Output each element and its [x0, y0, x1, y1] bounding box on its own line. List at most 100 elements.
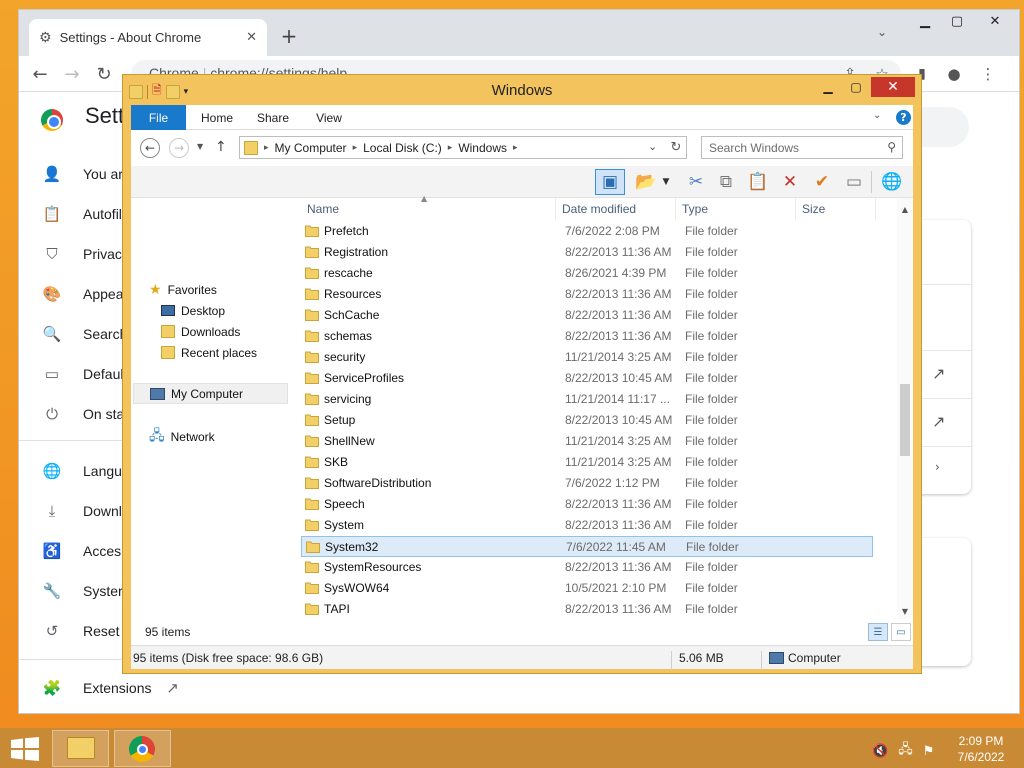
nav-recent-places[interactable]: Recent places [161, 342, 257, 363]
explorer-titlebar[interactable]: 🗎 ▾ Windows ▁ ▢ ✕ [123, 75, 921, 105]
cut-icon[interactable]: ✂ [683, 169, 709, 195]
back-arrow-icon[interactable]: ← [140, 138, 160, 158]
forward-arrow-icon[interactable]: → [61, 63, 83, 85]
table-row[interactable]: SysWOW64 10/5/2021 2:10 PM File folder [301, 578, 873, 599]
table-row[interactable]: servicing 11/21/2014 11:17 ... File folder [301, 389, 873, 410]
table-row[interactable]: rescache 8/26/2021 4:39 PM File folder [301, 263, 873, 284]
breadcrumb-my-computer[interactable]: My Computer [275, 141, 347, 155]
column-header-name[interactable]: Name [301, 198, 556, 220]
forward-arrow-icon[interactable]: → [169, 138, 189, 158]
back-arrow-icon[interactable]: ← [29, 63, 51, 85]
search-icon[interactable]: ⚲ [887, 140, 896, 154]
table-row[interactable]: SoftwareDistribution 7/6/2022 1:12 PM File… [301, 473, 873, 494]
copy-icon[interactable]: ⧉ [713, 169, 739, 195]
table-row[interactable]: Registration 8/22/2013 11:36 AM File folde… [301, 242, 873, 263]
delete-icon[interactable]: ✕ [777, 169, 803, 195]
vertical-scrollbar[interactable]: ▲ ▼ [897, 198, 913, 619]
properties-icon[interactable]: ▭ [841, 169, 867, 195]
refresh-icon[interactable]: ↻ [667, 138, 685, 156]
taskbar-clock[interactable]: 2:09 PM 7/6/2022 [948, 733, 1014, 765]
file-date: 11/21/2014 3:25 AM [565, 434, 672, 448]
ribbon-tab-share[interactable]: Share [249, 105, 297, 130]
file-name: SysWOW64 [324, 581, 390, 595]
chevron-right-icon[interactable]: › [935, 460, 940, 474]
chrome-tab-settings[interactable]: ⚙ Settings - About Chrome ✕ [29, 19, 267, 56]
table-row[interactable]: SKB 11/21/2014 3:25 AM File folder [301, 452, 873, 473]
menu-kebab-icon[interactable]: ⋮ [977, 63, 999, 85]
rename-check-icon[interactable]: ✔ [809, 169, 835, 195]
table-row[interactable]: Resources 8/22/2013 11:36 AM File folder [301, 284, 873, 305]
ribbon-tabs: File Home Share View ⌄ ? [131, 105, 913, 130]
ribbon-expand-icon[interactable]: ⌄ [873, 110, 881, 121]
scrollbar-thumb[interactable] [900, 384, 910, 456]
table-row[interactable]: ShellNew 11/21/2014 3:25 AM File folder [301, 431, 873, 452]
search-input[interactable] [702, 137, 880, 158]
tab-search-icon[interactable]: ⌄ [877, 25, 887, 39]
chrome-close-button[interactable]: ✕ [975, 10, 1015, 32]
options-dropdown-icon[interactable]: ▼ [659, 169, 673, 195]
file-date: 8/22/2013 11:36 AM [565, 287, 672, 301]
breadcrumb-local-disk[interactable]: Local Disk (C:) [363, 141, 442, 155]
ribbon-tab-home[interactable]: Home [193, 105, 241, 130]
folder-icon [305, 414, 319, 426]
explorer-maximize-button[interactable]: ▢ [843, 77, 869, 97]
taskbar-chrome[interactable] [114, 730, 171, 767]
table-row[interactable]: System32 7/6/2022 11:45 AM File folder [301, 536, 873, 557]
open-external-icon[interactable]: ↗ [932, 364, 945, 383]
table-row[interactable]: security 11/21/2014 3:25 AM File folder [301, 347, 873, 368]
nav-favorites[interactable]: ★ Favorites [149, 279, 217, 300]
table-row[interactable]: System 8/22/2013 11:36 AM File folder [301, 515, 873, 536]
file-date: 10/5/2021 2:10 PM [565, 581, 667, 595]
table-row[interactable]: ServiceProfiles 8/22/2013 10:45 AM File fo… [301, 368, 873, 389]
column-header-type[interactable]: Type [676, 198, 796, 220]
settings-nav-extensions[interactable]: 🧩 Extensions ↗ [19, 673, 269, 703]
large-icons-view-icon[interactable]: ▭ [891, 623, 911, 641]
ribbon-tab-file[interactable]: File [131, 105, 186, 130]
folder-options-icon[interactable]: 📂 [633, 169, 659, 195]
globe-icon[interactable]: 🌐 [879, 169, 905, 195]
nav-downloads[interactable]: Downloads [161, 321, 240, 342]
file-date: 11/21/2014 11:17 ... [565, 392, 670, 406]
chrome-minimize-button[interactable]: ▁ [909, 10, 941, 32]
table-row[interactable]: Setup 8/22/2013 10:45 AM File folder [301, 410, 873, 431]
table-row[interactable]: TAPI 8/22/2013 11:36 AM File folder [301, 599, 873, 620]
open-external-icon[interactable]: ↗ [932, 412, 945, 431]
up-arrow-icon[interactable]: ↑ [215, 139, 227, 155]
nav-desktop[interactable]: Desktop [161, 300, 225, 321]
profile-avatar-icon[interactable]: ● [943, 63, 965, 85]
explorer-close-button[interactable]: ✕ [871, 77, 915, 97]
action-center-icon[interactable]: ⚑ [923, 740, 935, 762]
tab-close-icon[interactable]: ✕ [246, 30, 257, 45]
paste-icon[interactable]: 📋 [745, 169, 771, 195]
new-tab-button[interactable]: + [277, 24, 301, 48]
reload-icon[interactable]: ↻ [93, 63, 115, 85]
preview-pane-icon[interactable]: ▣ [595, 169, 625, 195]
scroll-up-icon[interactable]: ▲ [897, 201, 913, 217]
table-row[interactable]: SchCache 8/22/2013 11:36 AM File folder [301, 305, 873, 326]
network-status-icon[interactable]: 🖧 [898, 740, 913, 762]
nav-my-computer[interactable]: My Computer [133, 383, 288, 404]
windows-start-icon[interactable] [10, 737, 40, 761]
scroll-down-icon[interactable]: ▼ [897, 603, 913, 619]
taskbar-file-explorer[interactable] [52, 730, 109, 767]
column-header-size[interactable]: Size [796, 198, 876, 220]
recent-locations-icon[interactable]: ▼ [197, 142, 203, 151]
explorer-minimize-button[interactable]: ▁ [815, 77, 841, 97]
table-row[interactable]: SystemResources 8/22/2013 11:36 AM File fo… [301, 557, 873, 578]
address-dropdown-icon[interactable]: ⌄ [648, 140, 657, 153]
table-row[interactable]: Prefetch 7/6/2022 2:08 PM File folder [301, 221, 873, 242]
column-header-date[interactable]: Date modified [556, 198, 676, 220]
file-name: ServiceProfiles [324, 371, 405, 385]
details-view-icon[interactable]: ☰ [868, 623, 888, 641]
ribbon-tab-view[interactable]: View [305, 105, 353, 130]
chrome-maximize-button[interactable]: ▢ [941, 10, 973, 32]
breadcrumb-windows[interactable]: Windows [458, 141, 507, 155]
table-row[interactable]: Speech 8/22/2013 11:36 AM File folder [301, 494, 873, 515]
nav-label: Search [83, 326, 128, 342]
help-icon[interactable]: ? [896, 110, 911, 125]
volume-muted-icon[interactable]: 🔇 [872, 740, 888, 762]
address-box[interactable]: ▸ My Computer ▸ Local Disk (C:) ▸ Window… [239, 136, 687, 159]
table-row[interactable]: schemas 8/22/2013 11:36 AM File folder [301, 326, 873, 347]
puzzle-icon: 🧩 [42, 680, 62, 697]
nav-network[interactable]: 🖧 Network [149, 426, 215, 447]
